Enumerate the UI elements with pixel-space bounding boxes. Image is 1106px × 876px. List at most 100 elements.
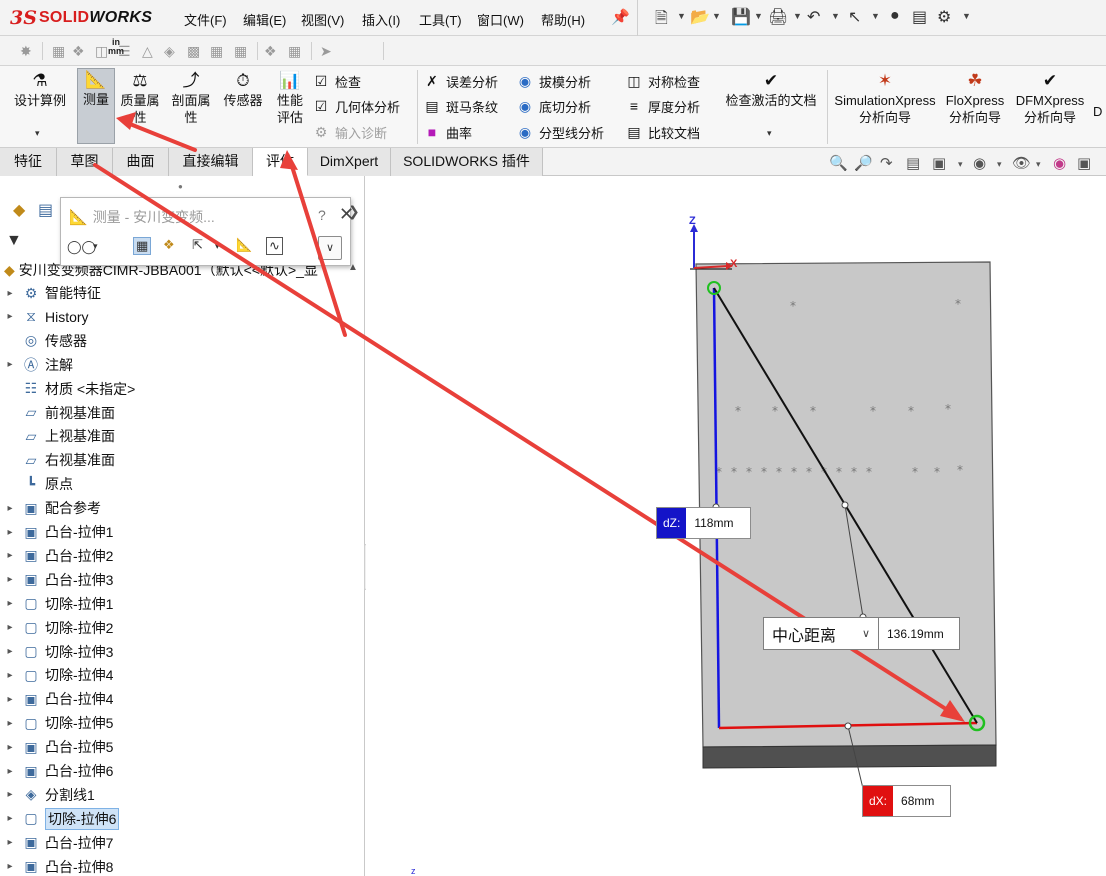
symmetry-check-button[interactable]: ◫ 对称检查: [625, 70, 700, 92]
zebra-stripes-button[interactable]: ▤ 斑马条纹: [423, 95, 498, 117]
tree-item[interactable]: ┗ 原点: [0, 473, 360, 495]
zoom-to-fit-icon[interactable]: 🔍: [829, 154, 848, 172]
sensor-button[interactable]: ⏱ 传感器: [219, 70, 267, 109]
tree-item[interactable]: ☷ 材质 <未指定>: [0, 378, 360, 400]
expand-results-chevron-down-icon[interactable]: ∨: [318, 236, 342, 260]
tree-item[interactable]: ▸ ▣ 凸台-拉伸1: [0, 521, 360, 543]
dx-callout[interactable]: dX: 68mm: [862, 785, 951, 817]
tree-item[interactable]: ▸ ⚙ 智能特征: [0, 282, 360, 304]
file-properties-icon[interactable]: ▤: [912, 7, 927, 27]
center-distance-dropdown[interactable]: 中心距离 ∨: [764, 618, 879, 649]
simulationxpress-button[interactable]: ✶ SimulationXpress 分析向导: [831, 70, 939, 126]
tree-item[interactable]: ▱ 右视基准面: [0, 449, 360, 471]
tree-item[interactable]: ▸ ▢ 切除-拉伸5: [0, 712, 360, 734]
expand-chevron-right-icon[interactable]: ▸: [0, 861, 20, 872]
section-properties-button[interactable]: ⤴ 剖面属 性: [167, 70, 215, 126]
new-document-icon[interactable]: 🗎: [655, 7, 668, 34]
menu-file[interactable]: 文件(F): [184, 10, 227, 29]
projected-on-icon[interactable]: ⇱: [192, 237, 203, 253]
arc-circle-measure-icon[interactable]: ◯◯: [67, 239, 96, 255]
compare-documents-button[interactable]: ▤ 比较文档: [625, 121, 700, 143]
measurement-history-icon[interactable]: 📐: [236, 237, 252, 253]
apply-scene-icon[interactable]: ▣: [1077, 154, 1091, 172]
open-folder-icon[interactable]: 📂: [690, 7, 710, 27]
expand-chevron-right-icon[interactable]: ▸: [0, 813, 20, 824]
check-active-document-button[interactable]: ✔ 检查激活的文档: [719, 70, 823, 109]
panel-grip-icon[interactable]: ●: [178, 182, 183, 191]
tab-features[interactable]: 特征: [0, 148, 57, 176]
traffic-light-rebuild-icon[interactable]: ●: [890, 7, 900, 25]
tree-item[interactable]: ▸ ▢ 切除-拉伸3: [0, 641, 360, 663]
display-style-chevron-down-icon[interactable]: ▾: [997, 159, 1002, 170]
expand-chevron-right-icon[interactable]: ▸: [0, 742, 20, 753]
expand-chevron-right-icon[interactable]: ▸: [0, 837, 20, 848]
save-dropdown-chevron-icon[interactable]: ▼: [754, 11, 763, 21]
options-dropdown-chevron-icon[interactable]: ▼: [962, 11, 971, 21]
dfmxpress-button[interactable]: ✔ DFMXpress 分析向导: [1012, 70, 1088, 126]
thickness-analysis-button[interactable]: ≡ 厚度分析: [625, 95, 700, 117]
tab-direct-editing[interactable]: 直接编辑: [169, 148, 253, 176]
pin-icon[interactable]: 📌: [611, 8, 630, 26]
expand-chevron-right-icon[interactable]: ▸: [0, 622, 20, 633]
undo-icon[interactable]: ↶: [807, 7, 820, 27]
tab-dimxpert[interactable]: DimXpert: [308, 148, 391, 176]
tree-item[interactable]: ▸ ▢ 切除-拉伸2: [0, 617, 360, 639]
design-study-chevron-down-icon[interactable]: ▾: [35, 128, 40, 139]
menu-insert[interactable]: 插入(I): [362, 10, 400, 29]
tab-surfaces[interactable]: 曲面: [113, 148, 169, 176]
solidworks-logo[interactable]: 3S SOLIDWORKS: [10, 6, 152, 30]
tree-item[interactable]: ▸ ⧖ History: [0, 306, 360, 328]
property-manager-tab-icon[interactable]: ▤: [38, 200, 53, 220]
tree-item[interactable]: ▸ ▣ 凸台-拉伸7: [0, 832, 360, 854]
expand-chevron-right-icon[interactable]: ▸: [0, 527, 20, 538]
expand-chevron-right-icon[interactable]: ▸: [0, 718, 20, 729]
tree-item[interactable]: ▸ ▢ 切除-拉伸6: [0, 807, 360, 830]
point-to-point-icon[interactable]: ❖: [163, 237, 175, 253]
undercut-analysis-button[interactable]: ◉ 底切分析: [516, 95, 591, 117]
select-dropdown-chevron-icon[interactable]: ▼: [871, 11, 880, 21]
tree-item[interactable]: ▸ ▣ 凸台-拉伸4: [0, 688, 360, 710]
menu-edit[interactable]: 编辑(E): [243, 10, 286, 29]
filter-icon[interactable]: ▼: [6, 232, 22, 250]
tree-item[interactable]: ▸ ▢ 切除-拉伸1: [0, 593, 360, 615]
projected-chevron-down-icon[interactable]: ▾: [215, 241, 220, 252]
menu-view[interactable]: 视图(V): [301, 10, 344, 29]
expand-chevron-right-icon[interactable]: ▸: [0, 646, 20, 657]
feature-manager-tab-icon[interactable]: ◆: [13, 200, 25, 220]
curvature-button[interactable]: ■ 曲率: [423, 121, 472, 143]
menu-help[interactable]: 帮助(H): [541, 10, 585, 29]
mass-properties-button[interactable]: ⚖ 质量属 性: [116, 70, 164, 126]
expand-chevron-right-icon[interactable]: ▸: [0, 598, 20, 609]
previous-view-icon[interactable]: ↷: [880, 154, 893, 172]
view-orientation-icon[interactable]: ▣: [932, 154, 946, 172]
check-button[interactable]: ☑ 检查: [312, 70, 361, 92]
expand-chevron-right-icon[interactable]: ▸: [0, 670, 20, 681]
edit-appearance-icon[interactable]: ◉: [1053, 154, 1066, 172]
display-style-icon[interactable]: ◉: [973, 154, 986, 172]
undo-dropdown-chevron-icon[interactable]: ▼: [831, 11, 840, 21]
expand-chevron-right-icon[interactable]: ▸: [0, 311, 20, 322]
center-distance-callout[interactable]: 中心距离 ∨ 136.19mm: [763, 617, 960, 650]
tab-evaluate[interactable]: 评估: [253, 148, 308, 176]
tree-item[interactable]: ▸ ▣ 凸台-拉伸3: [0, 569, 360, 591]
close-icon[interactable]: ✕: [339, 204, 354, 225]
tree-item[interactable]: ▸ ◈ 分割线1: [0, 784, 360, 806]
print-dropdown-chevron-icon[interactable]: ▼: [793, 11, 802, 21]
expand-chevron-right-icon[interactable]: ▸: [0, 574, 20, 585]
expand-chevron-right-icon[interactable]: ▸: [0, 789, 20, 800]
expand-chevron-right-icon[interactable]: ▸: [0, 694, 20, 705]
print-icon[interactable]: 🖨: [768, 7, 788, 27]
tree-item[interactable]: ▸ ▣ 凸台-拉伸6: [0, 760, 360, 782]
tree-item[interactable]: ▸ ▣ 凸台-拉伸2: [0, 545, 360, 567]
section-view-icon[interactable]: ▤: [906, 154, 920, 172]
tree-item[interactable]: ▸ Ⓐ 注解: [0, 354, 360, 376]
tree-item[interactable]: ▱ 上视基准面: [0, 425, 360, 447]
zoom-area-icon[interactable]: 🔎: [854, 154, 873, 172]
new-dropdown-chevron-icon[interactable]: ▼: [677, 11, 686, 21]
tab-solidworks-addins[interactable]: SOLIDWORKS 插件: [391, 148, 543, 176]
import-diagnostics-button[interactable]: ⚙ 输入诊断: [312, 121, 387, 143]
hide-show-items-icon[interactable]: 👁: [1012, 154, 1031, 172]
expand-chevron-right-icon[interactable]: ▸: [0, 503, 20, 514]
truncated-ribbon-item[interactable]: D: [1093, 100, 1102, 122]
geometry-analysis-button[interactable]: ☑ 几何体分析: [312, 95, 400, 117]
